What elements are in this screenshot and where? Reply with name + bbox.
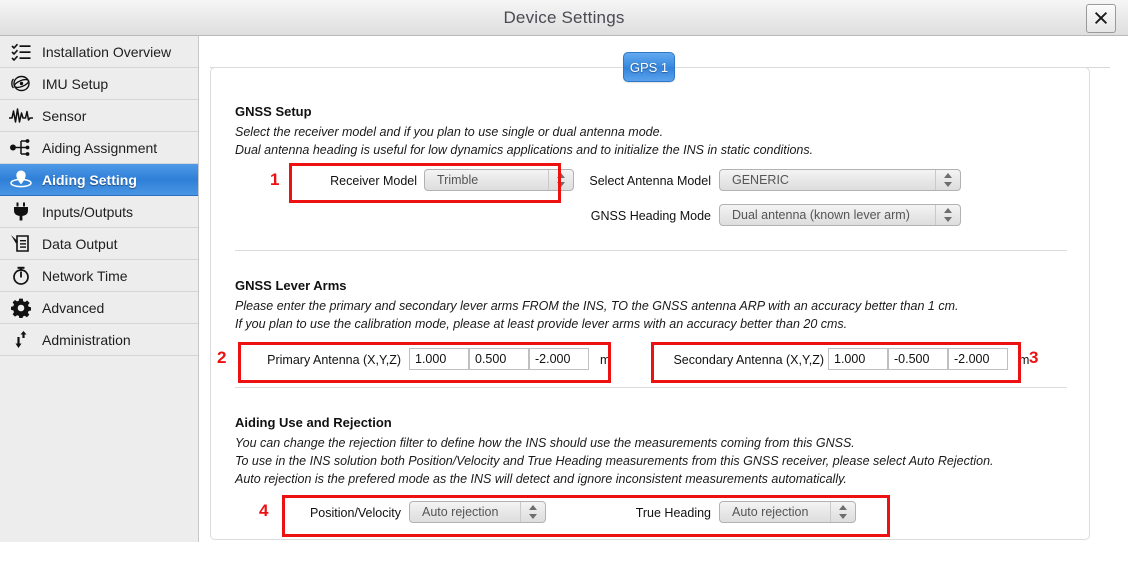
- sidebar-item-label: IMU Setup: [42, 75, 109, 92]
- sidebar-item-advanced[interactable]: Advanced: [0, 292, 198, 324]
- settings-panel: GNSS Setup Select the receiver model and…: [210, 67, 1090, 540]
- aiding-rejection-desc-1: You can change the rejection filter to d…: [235, 436, 855, 450]
- sidebar-item-label: Sensor: [42, 107, 87, 124]
- secondary-antenna-z-input[interactable]: [948, 348, 1008, 370]
- sidebar-item-administration[interactable]: Administration: [0, 324, 198, 356]
- sidebar-item-aiding-setting[interactable]: Aiding Setting: [0, 164, 198, 196]
- aiding-rejection-title: Aiding Use and Rejection: [235, 415, 392, 430]
- sidebar-item-installation-overview[interactable]: Installation Overview: [0, 36, 198, 68]
- sidebar-item-imu-setup[interactable]: IMU Setup: [0, 68, 198, 100]
- spinner-arrows-icon[interactable]: [935, 170, 960, 190]
- gnss-setup-desc-2: Dual antenna heading is useful for low d…: [235, 143, 814, 157]
- window-titlebar: Device Settings: [0, 0, 1128, 36]
- true-heading-label: True Heading: [635, 506, 711, 520]
- sidebar-item-label: Aiding Assignment: [42, 139, 158, 156]
- power-plug-icon: [8, 200, 34, 224]
- sidebar-item-label: Administration: [42, 331, 131, 348]
- sidebar-item-sensor[interactable]: Sensor: [0, 100, 198, 132]
- antenna-model-dropdown[interactable]: GENERIC: [719, 169, 961, 191]
- section-divider: [235, 250, 1067, 251]
- document-pen-icon: [8, 232, 34, 256]
- secondary-antenna-x-input[interactable]: [828, 348, 888, 370]
- sidebar-item-label: Aiding Setting: [42, 171, 137, 188]
- sidebar-item-label: Inputs/Outputs: [42, 203, 134, 220]
- lever-arms-desc-2: If you plan to use the calibration mode,…: [235, 317, 848, 331]
- gnss-setup-title: GNSS Setup: [235, 104, 312, 119]
- section-divider: [235, 387, 1067, 388]
- sidebar-item-label: Data Output: [42, 235, 118, 252]
- node-tree-icon: [8, 136, 34, 160]
- sidebar-item-network-time[interactable]: Network Time: [0, 260, 198, 292]
- imu-gyro-icon: [8, 72, 34, 96]
- gear-icon: [8, 296, 34, 320]
- antenna-model-value: GENERIC: [732, 173, 789, 187]
- primary-antenna-x-input[interactable]: [409, 348, 469, 370]
- secondary-antenna-label: Secondary Antenna (X,Y,Z): [673, 353, 824, 367]
- position-velocity-dropdown[interactable]: Auto rejection: [409, 501, 546, 523]
- aiding-rejection-desc-2: To use in the INS solution both Position…: [235, 454, 994, 468]
- antenna-model-label: Select Antenna Model: [589, 174, 711, 188]
- lever-arms-title: GNSS Lever Arms: [235, 278, 347, 293]
- gnss-setup-desc-1: Select the receiver model and if you pla…: [235, 125, 664, 139]
- checklist-icon: [8, 40, 34, 64]
- sidebar-item-data-output[interactable]: Data Output: [0, 228, 198, 260]
- sidebar-item-label: Advanced: [42, 299, 105, 316]
- primary-antenna-y-input[interactable]: [469, 348, 529, 370]
- content-area: GNSS Setup Select the receiver model and…: [200, 36, 1128, 542]
- heading-mode-dropdown[interactable]: Dual antenna (known lever arm): [719, 204, 961, 226]
- spinner-arrows-icon[interactable]: [935, 205, 960, 225]
- position-velocity-label: Position/Velocity: [309, 506, 401, 520]
- secondary-antenna-unit: m: [1019, 353, 1030, 367]
- window-title: Device Settings: [503, 8, 625, 27]
- spinner-arrows-icon[interactable]: [520, 502, 545, 522]
- spinner-arrows-icon[interactable]: [830, 502, 855, 522]
- secondary-antenna-y-input[interactable]: [888, 348, 948, 370]
- location-pin-orbit-icon: [8, 168, 34, 192]
- receiver-model-value: Trimble: [437, 173, 479, 187]
- sidebar-item-aiding-assignment[interactable]: Aiding Assignment: [0, 132, 198, 164]
- sidebar-item-label: Network Time: [42, 267, 128, 284]
- receiver-model-label: Receiver Model: [330, 174, 417, 188]
- waveform-icon: [8, 104, 34, 128]
- sidebar: Installation Overview IMU Setup Sensor A…: [0, 36, 199, 542]
- aiding-rejection-desc-3: Auto rejection is the prefered mode as t…: [235, 472, 847, 486]
- receiver-model-dropdown[interactable]: Trimble: [424, 169, 574, 191]
- sidebar-item-inputs-outputs[interactable]: Inputs/Outputs: [0, 196, 198, 228]
- tab-gps-1-label: GPS 1: [629, 60, 669, 75]
- close-button[interactable]: [1086, 4, 1116, 33]
- stopwatch-icon: [8, 264, 34, 288]
- primary-antenna-label: Primary Antenna (X,Y,Z): [267, 353, 401, 367]
- tab-gps-1[interactable]: GPS 1: [623, 52, 675, 82]
- heading-mode-label: GNSS Heading Mode: [590, 209, 711, 223]
- lever-arms-desc-1: Please enter the primary and secondary l…: [235, 299, 959, 313]
- primary-antenna-unit: m: [600, 353, 611, 367]
- heading-mode-value: Dual antenna (known lever arm): [732, 208, 910, 222]
- arrow-up-down-icon: [8, 328, 34, 352]
- position-velocity-value: Auto rejection: [422, 505, 499, 519]
- true-heading-value: Auto rejection: [732, 505, 809, 519]
- sidebar-item-label: Installation Overview: [42, 43, 172, 60]
- true-heading-dropdown[interactable]: Auto rejection: [719, 501, 856, 523]
- primary-antenna-z-input[interactable]: [529, 348, 589, 370]
